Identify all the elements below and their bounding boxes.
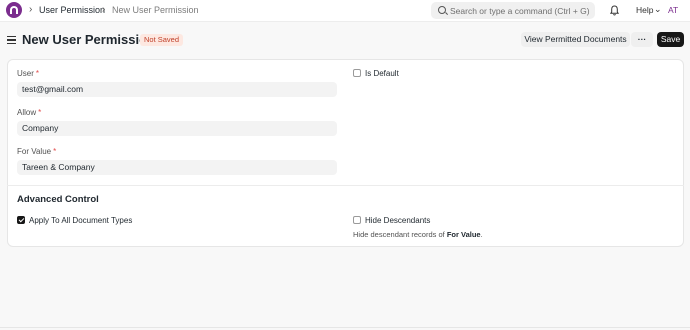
allow-field[interactable]: Company [17,121,337,136]
hamburger-icon[interactable] [7,36,16,45]
advanced-control-title: Advanced Control [17,194,99,205]
search-icon [438,6,446,14]
user-label: User * [17,69,40,78]
bell-icon[interactable] [610,5,619,16]
breadcrumb-separator-icon: › [102,4,106,15]
top-navbar: › User Permission › New User Permission … [0,0,690,22]
is-default-label: Is Default [365,69,399,78]
hide-descendants-checkbox[interactable] [353,216,361,224]
app-logo-icon[interactable] [6,2,22,18]
help-menu[interactable]: Help [636,5,653,15]
chevron-down-icon[interactable]: ⌄ [654,4,662,15]
breadcrumb-new-user-permission[interactable]: New User Permission [112,5,199,15]
for-value-label: For Value * [17,147,57,156]
hide-descendants-description: Hide descendant records of For Value. [353,230,483,239]
hide-descendants-label: Hide Descendants [365,216,431,225]
search-bar[interactable] [431,2,595,19]
footer-divider [0,327,690,328]
section-divider [7,185,684,186]
search-input[interactable] [450,2,592,19]
user-field[interactable]: test@gmail.com [17,82,337,97]
avatar[interactable]: AT [668,5,678,15]
for-value-field[interactable]: Tareen & Company [17,160,337,175]
is-default-checkbox[interactable] [353,69,361,77]
apply-to-all-checkbox[interactable] [17,216,25,224]
status-badge: Not Saved [140,34,184,46]
breadcrumb-user-permission[interactable]: User Permission [39,5,105,15]
breadcrumb-separator-icon: › [29,4,33,15]
apply-to-all-label: Apply To All Document Types [29,216,133,225]
allow-label: Allow * [17,108,42,117]
page-title: New User Permission [22,32,155,47]
save-button[interactable]: Save [657,32,684,47]
more-actions-button[interactable]: ··· [631,32,653,47]
view-permitted-documents-button[interactable]: View Permitted Documents [521,32,630,47]
